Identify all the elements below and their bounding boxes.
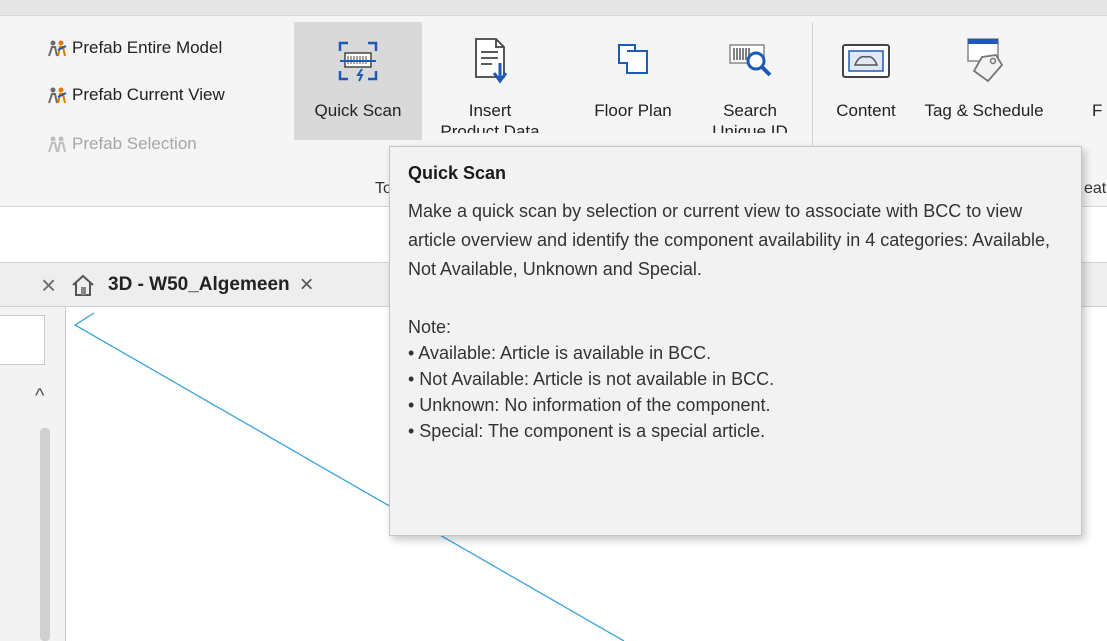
prefab-people-icon: [48, 40, 67, 57]
floor-plan-button[interactable]: Floor Plan: [574, 22, 692, 140]
tooltip-description: Make a quick scan by selection or curren…: [408, 201, 1051, 279]
prefab-people-icon: [48, 87, 67, 104]
view-tab-title: 3D - W50_Algemeen: [108, 274, 290, 295]
floor-plan-label: Floor Plan: [594, 101, 672, 120]
create-group-label: eat: [1084, 180, 1107, 197]
quick-scan-icon: [338, 41, 378, 82]
tag-schedule-button[interactable]: Tag & Schedule: [916, 22, 1052, 140]
insert-label: Insert: [468, 101, 512, 120]
quick-scan-tooltip: Quick Scan Make a quick scan by selectio…: [389, 146, 1082, 536]
quick-scan-label: Quick Scan: [314, 101, 402, 120]
content-icon: [842, 44, 890, 78]
view-tab-close-icon[interactable]: ×: [300, 271, 314, 299]
insert-document-icon: [475, 38, 508, 84]
panel-close-icon[interactable]: ×: [41, 272, 56, 298]
tag-schedule-label: Tag & Schedule: [924, 101, 1044, 120]
product-data-label: Product Data: [440, 122, 540, 133]
insert-product-data-button[interactable]: Insert Product Data: [430, 22, 550, 140]
ribbon-tab-strip: [0, 0, 1107, 16]
prefab-entire-model-button[interactable]: Prefab Entire Model: [46, 33, 222, 63]
browser-search-field[interactable]: [0, 315, 45, 365]
tooltip-note-item: • Unknown: No information of the compone…: [408, 395, 771, 415]
quick-scan-button[interactable]: Quick Scan: [294, 22, 422, 140]
tooltip-note-heading: Note:: [408, 317, 452, 337]
prefab-selection-label: Prefab Selection: [72, 134, 197, 153]
revit-window: Prefab Entire Model Prefab Current View …: [0, 0, 1107, 641]
tooltip-title: Quick Scan: [408, 163, 507, 183]
home-icon: [72, 274, 94, 296]
prefab-current-view-button[interactable]: Prefab Current View: [46, 80, 225, 110]
next-ribbon-button-partial[interactable]: F: [1092, 22, 1107, 140]
scroll-up-arrow-icon[interactable]: ^: [35, 385, 44, 408]
search-label: Search: [723, 101, 777, 120]
tooltip-note-item: • Special: The component is a special ar…: [408, 421, 766, 441]
prefab-entire-model-label: Prefab Entire Model: [72, 38, 223, 57]
prefab-selection-button[interactable]: Prefab Selection: [46, 129, 197, 159]
floor-plan-icon: [618, 44, 648, 74]
content-button[interactable]: Content: [822, 22, 910, 140]
prefab-people-icon: [48, 136, 66, 153]
next-button-label: F: [1092, 101, 1103, 120]
tooltip-note-item: • Not Available: Article is not availabl…: [408, 369, 775, 389]
content-label: Content: [836, 101, 896, 120]
barcode-search-icon: [729, 44, 772, 77]
view-tab-3d[interactable]: 3D - W50_Algemeen ×: [70, 263, 314, 307]
scrollbar[interactable]: [40, 428, 50, 641]
tooltip-note-item: • Available: Article is available in BCC…: [408, 343, 712, 363]
tag-icon: [967, 38, 1004, 83]
prefab-current-view-label: Prefab Current View: [72, 85, 225, 104]
search-unique-id-button[interactable]: Search Unique ID: [700, 22, 800, 140]
unique-id-label: Unique ID: [712, 122, 788, 133]
